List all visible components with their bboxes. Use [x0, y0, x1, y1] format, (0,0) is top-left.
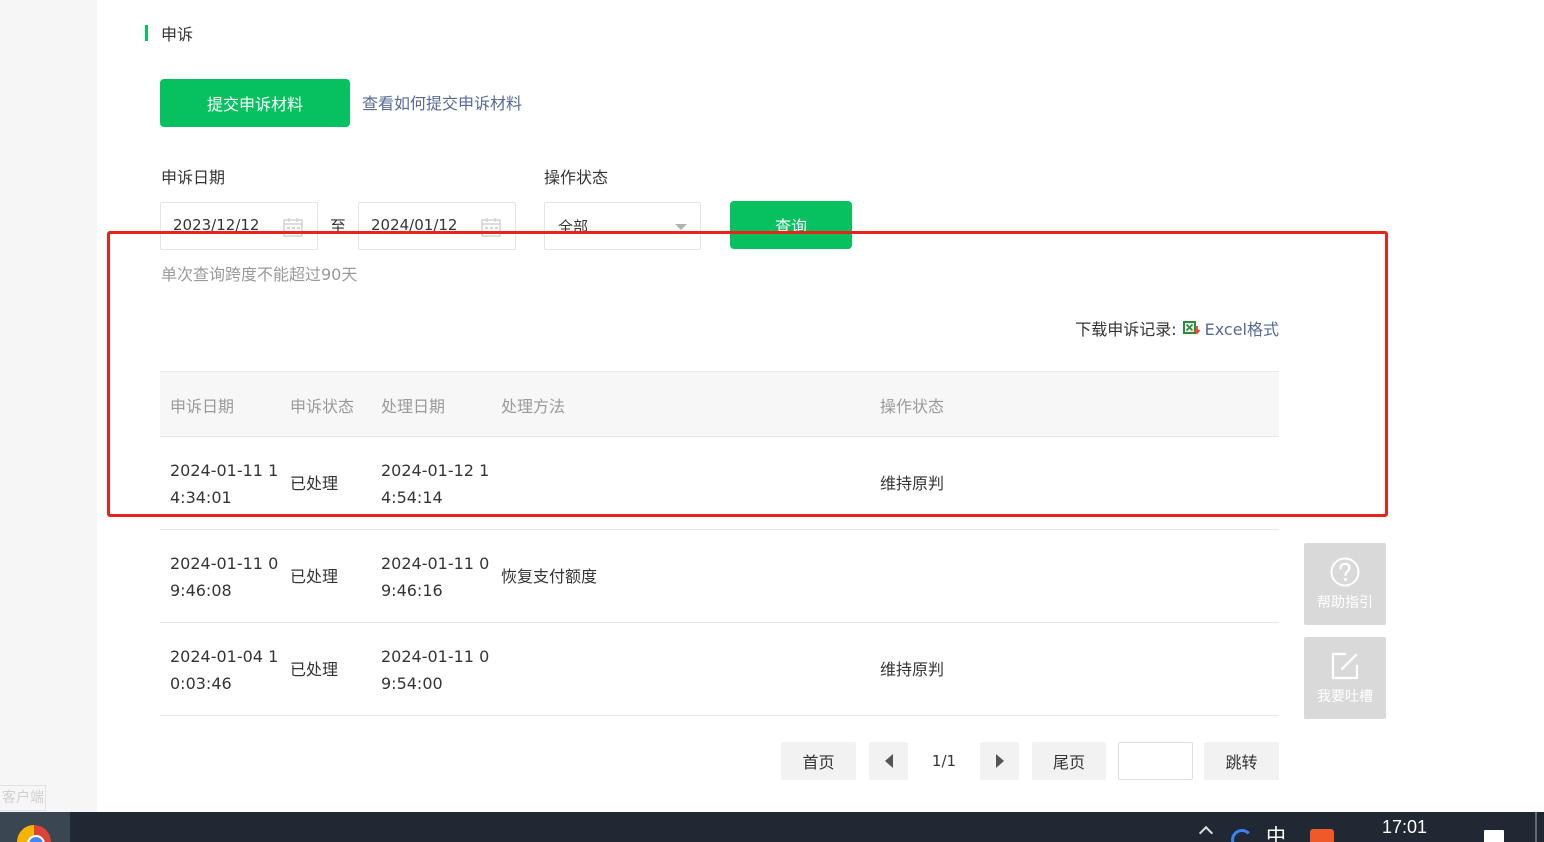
notification-icon[interactable]: [1484, 830, 1504, 842]
op-status-select[interactable]: 全部: [544, 202, 701, 250]
cell-appeal-date: 2024-01-11 09:46:08: [170, 554, 279, 600]
tray-app-icon[interactable]: [1310, 829, 1334, 842]
op-status-value: 全部: [558, 218, 589, 236]
client-tab[interactable]: 客户端: [0, 785, 46, 811]
show-desktop-divider[interactable]: [1535, 812, 1537, 842]
submit-appeal-button[interactable]: 提交申诉材料: [160, 79, 350, 127]
op-status-label: 操作状态: [544, 168, 609, 187]
cell-op-status: 维持原判: [880, 474, 945, 493]
excel-download-link[interactable]: Excel格式: [1205, 316, 1279, 340]
calendar-icon[interactable]: [283, 217, 303, 237]
next-page-button[interactable]: [980, 742, 1019, 780]
os-taskbar: 中 17:01: [0, 812, 1544, 842]
chevron-down-icon: [675, 224, 687, 230]
edit-icon: [1331, 652, 1359, 680]
cell-appeal-date: 2024-01-11 14:34:01: [170, 461, 279, 507]
prev-page-button[interactable]: [869, 742, 908, 780]
col-appeal-date: 申诉日期: [170, 397, 235, 416]
cell-handle-date: 2024-01-12 14:54:14: [381, 461, 490, 507]
table-row: 2024-01-11 09:46:08 已处理 2024-01-11 09:46…: [160, 530, 1279, 623]
cell-handle-date: 2024-01-11 09:54:00: [381, 647, 490, 693]
page-indicator: 1/1: [931, 752, 957, 770]
left-gutter: [0, 0, 97, 812]
col-handle-date: 处理日期: [381, 397, 446, 416]
caret-left-icon: [884, 754, 893, 768]
download-label: 下载申诉记录:: [1075, 320, 1177, 339]
help-guide-button[interactable]: 帮助指引: [1304, 543, 1386, 625]
excel-icon[interactable]: [1182, 320, 1201, 336]
tray-expand-icon[interactable]: [1198, 825, 1214, 841]
chrome-icon: [17, 825, 51, 842]
appeal-date-label: 申诉日期: [161, 168, 226, 187]
feedback-button[interactable]: 我要吐槽: [1304, 637, 1386, 719]
jump-button[interactable]: 跳转: [1204, 742, 1279, 780]
date-from-value: 2023/12/12: [173, 216, 260, 234]
date-to-input[interactable]: 2024/01/12: [358, 202, 516, 250]
jump-page-input[interactable]: [1118, 742, 1193, 780]
tray-browser-icon[interactable]: [1231, 829, 1253, 842]
section-title: 申诉: [145, 22, 193, 44]
date-from-input[interactable]: 2023/12/12: [160, 202, 318, 250]
title-accent-bar: [145, 25, 148, 41]
appeal-records-table: 申诉日期 申诉状态 处理日期 处理方法 操作状态 2024-01-11 14:3…: [160, 371, 1279, 716]
col-op-status: 操作状态: [880, 397, 945, 416]
table-row: 2024-01-11 14:34:01 已处理 2024-01-12 14:54…: [160, 437, 1279, 530]
chrome-taskbar-button[interactable]: [0, 812, 70, 842]
input-method-indicator[interactable]: 中: [1266, 826, 1286, 842]
col-handle-method: 处理方法: [501, 397, 566, 416]
table-header: 申诉日期 申诉状态 处理日期 处理方法 操作状态: [160, 371, 1279, 437]
cell-op-status: 维持原判: [880, 660, 945, 679]
query-button[interactable]: 查询: [730, 201, 852, 249]
download-records: 下载申诉记录: Excel格式: [1075, 316, 1279, 340]
query-range-hint: 单次查询跨度不能超过90天: [161, 265, 358, 284]
question-icon: [1330, 557, 1360, 587]
date-range-separator: 至: [330, 217, 347, 236]
howto-submit-link[interactable]: 查看如何提交申诉材料: [362, 90, 522, 114]
cell-status: 已处理: [290, 474, 339, 493]
cell-status: 已处理: [290, 660, 339, 679]
col-appeal-status: 申诉状态: [290, 397, 355, 416]
cell-method: 恢复支付额度: [501, 567, 598, 586]
date-to-value: 2024/01/12: [371, 216, 458, 234]
help-guide-label: 帮助指引: [1317, 595, 1373, 611]
table-row: 2024-01-04 10:03:46 已处理 2024-01-11 09:54…: [160, 623, 1279, 716]
first-page-button[interactable]: 首页: [781, 742, 856, 780]
feedback-label: 我要吐槽: [1317, 689, 1373, 705]
page-title: 申诉: [161, 25, 194, 44]
cell-appeal-date: 2024-01-04 10:03:46: [170, 647, 279, 693]
clock[interactable]: 17:01: [1382, 817, 1427, 842]
calendar-icon[interactable]: [481, 217, 501, 237]
last-page-button[interactable]: 尾页: [1032, 742, 1106, 780]
caret-right-icon: [995, 754, 1004, 768]
cell-status: 已处理: [290, 567, 339, 586]
cell-handle-date: 2024-01-11 09:46:16: [381, 554, 490, 600]
